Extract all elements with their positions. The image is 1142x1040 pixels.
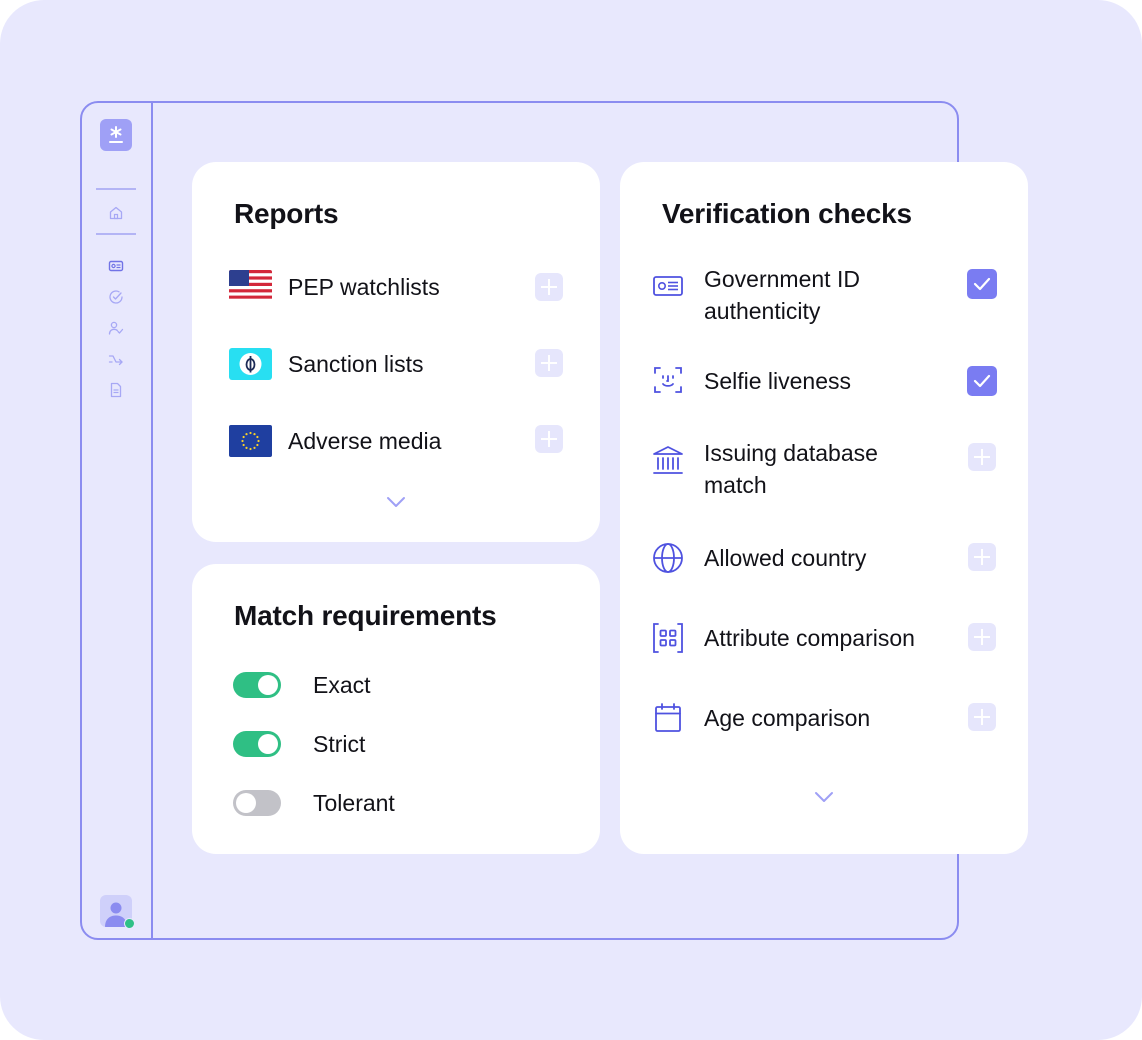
- match-requirements-card: Match requirements Exact Strict Tolerant: [192, 564, 600, 854]
- toggle-exact[interactable]: [233, 672, 281, 698]
- sidebar-divider: [96, 188, 136, 190]
- add-sanctions-button[interactable]: [535, 349, 563, 377]
- chevron-down-icon[interactable]: [385, 495, 407, 509]
- toggle-tolerant[interactable]: [233, 790, 281, 816]
- match-option-label: Exact: [313, 672, 371, 698]
- check-item-label: Age comparison: [704, 705, 871, 731]
- add-allowed-country-button[interactable]: [968, 543, 996, 571]
- report-item-sanctions: Sanction lists: [288, 348, 424, 380]
- calendar-icon: [655, 703, 681, 732]
- toggle-strict[interactable]: [233, 731, 281, 757]
- check-item-allowed-country: Allowed country: [704, 542, 866, 574]
- check-item-attribute-comparison: Attribute comparison: [704, 622, 915, 654]
- add-issuing-database-button[interactable]: [968, 443, 996, 471]
- check-circle-icon[interactable]: [108, 289, 124, 305]
- check-item-issuing-database: Issuing database match: [704, 437, 878, 501]
- add-attribute-comparison-button[interactable]: [968, 623, 996, 651]
- home-icon[interactable]: [108, 205, 124, 221]
- checkbox-selfie[interactable]: [967, 366, 997, 396]
- add-adverse-media-button[interactable]: [535, 425, 563, 453]
- face-scan-icon: [654, 367, 682, 393]
- checkbox-government-id[interactable]: [967, 269, 997, 299]
- workflow-icon[interactable]: [108, 351, 124, 367]
- check-item-selfie: Selfie liveness: [704, 365, 851, 397]
- check-item-government-id: Government ID authenticity: [704, 263, 860, 327]
- report-item-adverse-media: Adverse media: [288, 425, 441, 457]
- check-item-label-line2: authenticity: [704, 298, 821, 324]
- add-pep-button[interactable]: [535, 273, 563, 301]
- check-item-label: Attribute comparison: [704, 625, 915, 651]
- check-item-label: Selfie liveness: [704, 368, 852, 394]
- sanctions-icon: [229, 348, 272, 380]
- check-item-label: Allowed country: [704, 545, 867, 571]
- report-item-label: Sanction lists: [288, 351, 424, 377]
- us-flag-icon: [229, 270, 272, 302]
- report-item-label: PEP watchlists: [288, 274, 440, 300]
- add-age-comparison-button[interactable]: [968, 703, 996, 731]
- id-card-icon: [653, 276, 683, 296]
- document-icon[interactable]: [108, 382, 124, 398]
- report-item-label: Adverse media: [288, 428, 442, 454]
- match-option-strict: Strict: [313, 728, 365, 760]
- check-item-label-line2: match: [704, 472, 767, 498]
- match-option-label: Tolerant: [313, 790, 395, 816]
- id-card-icon[interactable]: [108, 258, 124, 274]
- verification-checks-card: Verification checks Government ID authen…: [620, 162, 1028, 854]
- reports-title: Reports: [234, 198, 339, 229]
- match-option-tolerant: Tolerant: [313, 787, 395, 819]
- chevron-down-icon[interactable]: [813, 790, 835, 804]
- grid-scan-icon: [653, 623, 683, 653]
- match-option-exact: Exact: [313, 669, 371, 701]
- check-item-label: Government ID: [704, 266, 860, 292]
- user-check-icon[interactable]: [108, 320, 124, 336]
- sidebar-divider: [96, 233, 136, 235]
- match-option-label: Strict: [313, 731, 366, 757]
- asterisk-logo-icon[interactable]: [100, 119, 132, 151]
- eu-flag-icon: [229, 425, 272, 457]
- reports-card: Reports PEP watchlists Sanction lists Ad…: [192, 162, 600, 542]
- online-status-dot: [124, 918, 135, 929]
- report-item-pep: PEP watchlists: [288, 271, 440, 303]
- globe-icon: [653, 543, 683, 573]
- sidebar: [82, 103, 153, 938]
- verification-title: Verification checks: [662, 198, 912, 229]
- match-title: Match requirements: [234, 600, 497, 631]
- check-item-label: Issuing database: [704, 440, 878, 466]
- check-item-age-comparison: Age comparison: [704, 702, 870, 734]
- bank-icon: [653, 446, 683, 474]
